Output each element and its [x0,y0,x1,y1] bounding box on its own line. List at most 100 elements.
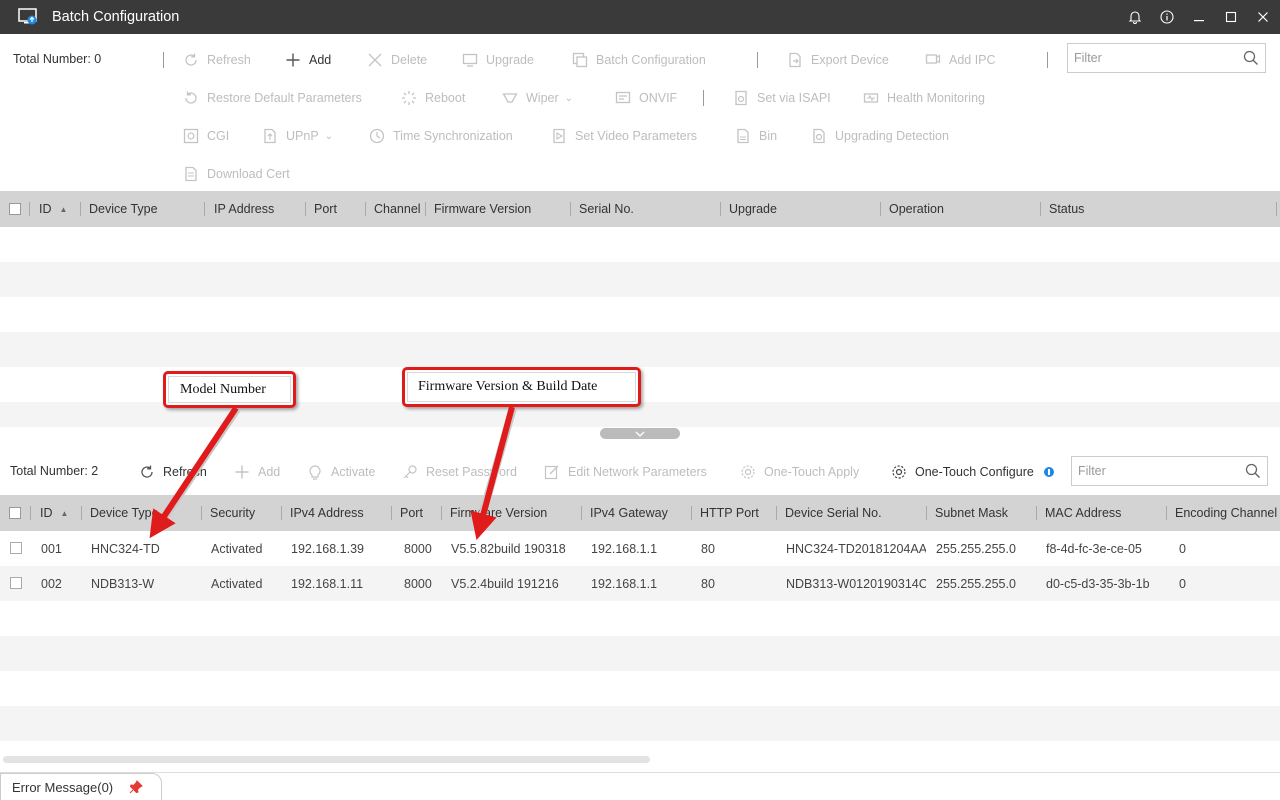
table-row [0,706,1280,741]
export-device-button[interactable]: Export Device [787,52,889,68]
online-add-button[interactable]: Add [234,464,280,480]
cell-security: Activated [211,576,263,591]
close-icon[interactable] [1248,0,1278,34]
upnp-dropdown[interactable]: UPnP ⌄ [262,128,333,144]
column-divider [570,202,571,216]
edit-network-params-button[interactable]: Edit Network Parameters [544,464,707,480]
add-device-button[interactable]: Add [285,52,331,68]
title-bar: Batch Configuration [0,0,1280,34]
panel-splitter-handle[interactable] [600,428,680,439]
top-filter-input[interactable] [1068,45,1237,71]
column-header-status[interactable]: Status [1049,191,1084,227]
refresh-icon [183,52,199,68]
activate-button[interactable]: Activate [307,464,375,480]
column-divider [1166,506,1167,520]
column-header-ipv4-address[interactable]: IPv4 Address [290,495,364,531]
table-row [0,671,1280,706]
cgi-button[interactable]: CGI [183,128,229,144]
upgrading-detection-button[interactable]: Upgrading Detection [811,128,949,144]
column-header-firmware-version[interactable]: Firmware Version [450,495,547,531]
wiper-dropdown[interactable]: Wiper ⌄ [502,90,573,106]
time-sync-button[interactable]: Time Synchronization [369,128,513,144]
onvif-button[interactable]: ONVIF [615,90,677,106]
gear-icon [891,464,907,480]
certificate-icon [183,166,199,182]
cell-ipv4-gateway: 192.168.1.1 [591,541,658,556]
toolbar-divider [703,90,704,106]
key-icon [402,464,418,480]
table-row[interactable]: 002 NDB313-W Activated 192.168.1.11 8000… [0,566,1280,601]
row-checkbox[interactable] [10,577,22,589]
maximize-icon[interactable] [1216,0,1246,34]
column-header-firmware-version[interactable]: Firmware Version [434,191,531,227]
table-row[interactable]: 001 HNC324-TD Activated 192.168.1.39 800… [0,531,1280,566]
restore-default-button[interactable]: Restore Default Parameters [183,90,362,106]
delete-button[interactable]: Delete [367,52,427,68]
refresh-icon [139,464,155,480]
reset-password-button[interactable]: Reset Password [402,464,517,480]
refresh-button[interactable]: Refresh [183,52,251,68]
pin-icon[interactable] [129,780,143,794]
cell-ipv4-address: 192.168.1.11 [291,576,364,591]
table-row [0,636,1280,671]
select-all-checkbox[interactable] [9,203,21,215]
column-header-serial-no[interactable]: Serial No. [579,191,634,227]
info-icon[interactable] [1152,0,1182,34]
online-refresh-button[interactable]: Refresh [139,464,207,480]
table-row [0,297,1280,332]
column-header-id[interactable]: ID ▲ [39,191,67,227]
health-monitoring-button[interactable]: Health Monitoring [863,90,985,106]
cell-encoding-channel: 0 [1179,541,1186,556]
add-ipc-button[interactable]: Add IPC [925,52,996,68]
column-header-operation[interactable]: Operation [889,191,944,227]
bin-button[interactable]: Bin [735,128,777,144]
upgrade-button[interactable]: Upgrade [462,52,534,68]
column-header-port[interactable]: Port [314,191,337,227]
horizontal-scrollbar[interactable] [3,756,650,763]
upnp-icon [262,128,278,144]
column-divider [201,506,202,520]
chevron-down-icon [635,431,645,437]
column-header-ip-address[interactable]: IP Address [214,191,274,227]
select-all-checkbox[interactable] [9,507,21,519]
toolbar-divider [163,52,164,68]
upgrading-detection-icon [811,128,827,144]
cell-port: 8000 [404,541,432,556]
firmware-version-callout: Firmware Version & Build Date [402,367,641,407]
bottom-filter-input[interactable] [1072,458,1239,484]
info-icon[interactable] [1043,467,1054,477]
set-via-isapi-button[interactable]: Set via ISAPI [733,90,831,106]
column-header-subnet-mask[interactable]: Subnet Mask [935,495,1008,531]
footer-bar: Error Message(0) [0,772,1280,800]
bell-icon[interactable] [1120,0,1150,34]
search-icon[interactable] [1237,50,1265,66]
column-header-upgrade[interactable]: Upgrade [729,191,777,227]
one-touch-apply-button[interactable]: One-Touch Apply [740,464,859,480]
column-header-http-port[interactable]: HTTP Port [700,495,759,531]
window-title: Batch Configuration [52,9,180,25]
column-header-id[interactable]: ID ▲ [40,495,68,531]
column-header-encoding-channel[interactable]: Encoding Channel [1175,495,1277,531]
cell-security: Activated [211,541,263,556]
column-header-ipv4-gateway[interactable]: IPv4 Gateway [590,495,668,531]
top-table-header: ID ▲ Device Type IP Address Port Channel … [0,191,1280,227]
row-checkbox[interactable] [10,542,22,554]
restore-icon [183,90,199,106]
column-header-device-type[interactable]: Device Type [89,191,158,227]
column-divider [926,506,927,520]
column-header-channel[interactable]: Channel [374,191,421,227]
cell-id: 002 [41,576,62,591]
one-touch-configure-button[interactable]: One-Touch Configure [891,464,1054,480]
error-message-tab[interactable]: Error Message(0) [0,773,162,800]
column-header-device-type[interactable]: Device Type [90,495,159,531]
set-video-params-button[interactable]: Set Video Parameters [551,128,697,144]
column-header-mac-address[interactable]: MAC Address [1045,495,1121,531]
batch-configuration-button[interactable]: Batch Configuration [572,52,706,68]
column-header-device-serial-no[interactable]: Device Serial No. [785,495,882,531]
minimize-icon[interactable] [1184,0,1214,34]
column-header-security[interactable]: Security [210,495,255,531]
column-header-port[interactable]: Port [400,495,423,531]
search-icon[interactable] [1239,463,1267,479]
reboot-button[interactable]: Reboot [401,90,465,106]
download-cert-button[interactable]: Download Cert [183,166,290,182]
